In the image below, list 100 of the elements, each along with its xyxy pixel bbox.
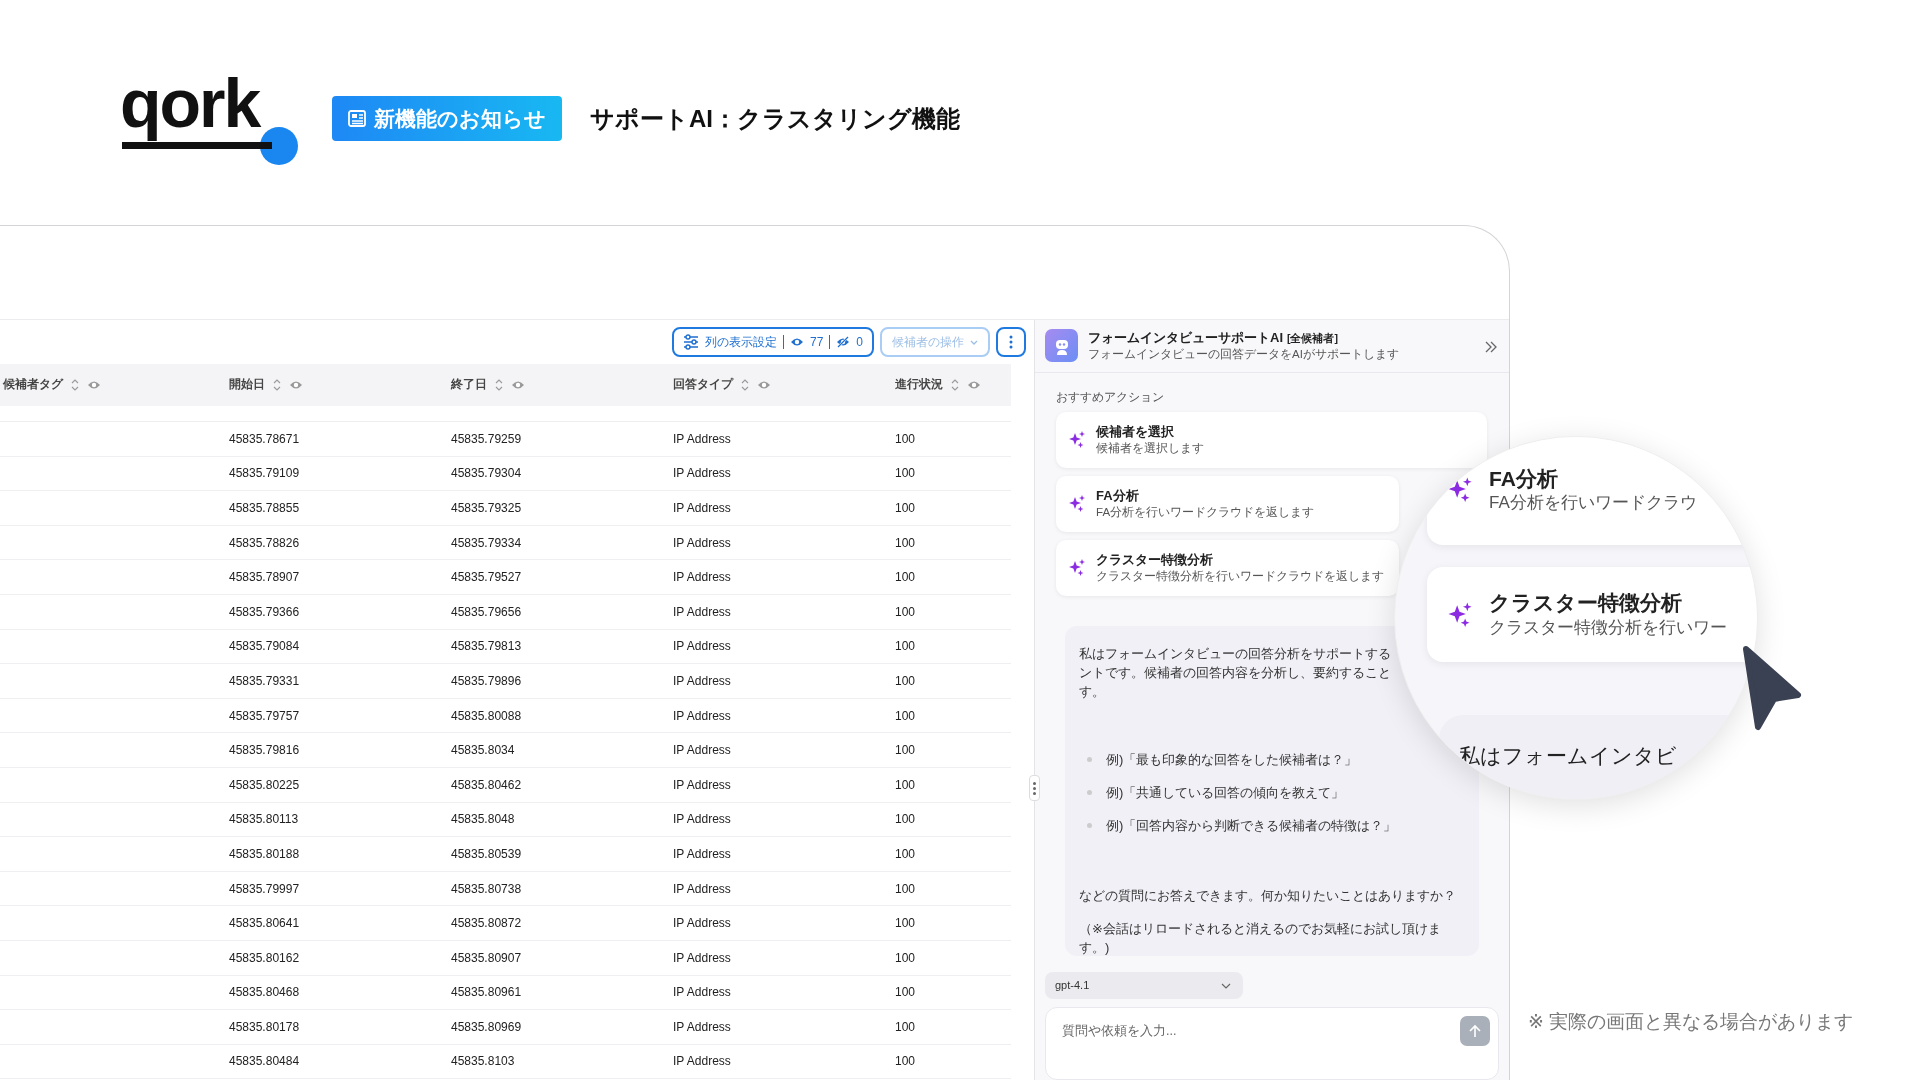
table-cell: 45835.78855 bbox=[229, 501, 300, 515]
model-select[interactable]: gpt-4.1 bbox=[1045, 972, 1243, 1000]
sliders-icon bbox=[682, 334, 699, 350]
table-cell: 45835.80462 bbox=[451, 777, 522, 792]
sparkle-icon bbox=[1068, 430, 1086, 450]
action-description: クラスター特徴分析を行いワードクラウドを返します bbox=[1096, 568, 1384, 584]
table-cell: 45835.79331 bbox=[229, 673, 300, 688]
eye-icon bbox=[511, 379, 525, 391]
sparkle-icon bbox=[1447, 600, 1473, 629]
column-header[interactable]: 開始日 bbox=[229, 376, 265, 394]
table-cell: 45835.80225 bbox=[229, 777, 300, 792]
table-cell: IP Address bbox=[673, 673, 731, 688]
table-cell: IP Address bbox=[673, 812, 731, 827]
table-cell: IP Address bbox=[673, 846, 731, 861]
column-header[interactable]: 進行状況 bbox=[895, 376, 943, 394]
table-cell: IP Address bbox=[673, 431, 731, 446]
table-cell: 45835.78671 bbox=[229, 431, 300, 446]
table-cell: 100 bbox=[895, 431, 916, 446]
column-settings-button[interactable]: 列の表示設定 77 0 bbox=[671, 327, 874, 357]
table-cell: IP Address bbox=[673, 501, 731, 515]
action-card[interactable]: クラスター特徴分析 クラスター特徴分析を行いワードクラウドを返します bbox=[1056, 540, 1399, 596]
table-cell: 100 bbox=[895, 916, 916, 931]
sort-icon bbox=[951, 379, 959, 391]
note-text: す。) bbox=[1079, 939, 1111, 957]
sparkle-icon bbox=[1068, 558, 1086, 578]
table-cell: 100 bbox=[895, 1019, 916, 1034]
action-title: クラスター特徴分析 bbox=[1096, 552, 1214, 569]
action-description: クラスター特徴分析を行いワー bbox=[1489, 616, 1727, 639]
table-cell: IP Address bbox=[673, 570, 731, 585]
action-title: クラスター特徴分析 bbox=[1489, 590, 1683, 617]
table-cell: 45835.80969 bbox=[451, 1019, 522, 1034]
table-cell: 100 bbox=[895, 466, 916, 481]
disclaimer: ※ 実際の画面と異なる場合があります bbox=[1528, 1010, 1854, 1034]
action-title: FA分析 bbox=[1489, 465, 1559, 492]
panel-title: フォームインタビューサポートAI [全候補者] bbox=[1088, 329, 1339, 347]
chevron-down-icon bbox=[1221, 982, 1231, 989]
headline: サポートAI：クラスタリング機能 bbox=[590, 103, 960, 134]
sort-icon bbox=[741, 379, 749, 391]
table-cell: 45835.80113 bbox=[229, 812, 299, 827]
sparkle-icon bbox=[1068, 494, 1086, 514]
table-cell: 45835.79304 bbox=[451, 466, 522, 481]
action-card[interactable]: 候補者を選択 候補者を選択します bbox=[1056, 412, 1487, 468]
table-cell: 45835.79813 bbox=[451, 639, 522, 654]
action-title: 候補者を選択 bbox=[1096, 424, 1175, 441]
table-cell: IP Address bbox=[673, 985, 731, 1000]
sort-icon bbox=[273, 379, 281, 391]
table-cell: 45835.80468 bbox=[229, 985, 300, 1000]
action-description: FA分析を行いワードクラウドを返します bbox=[1096, 504, 1315, 520]
table-cell: 45835.80539 bbox=[451, 846, 522, 861]
example-question: 例)「共通している回答の傾向を教えて」 bbox=[1106, 784, 1345, 802]
table-cell: IP Address bbox=[673, 743, 731, 758]
sparkle-icon bbox=[1447, 476, 1473, 504]
column-header[interactable]: 回答タイプ bbox=[673, 376, 733, 394]
table-cell: 45835.80484 bbox=[229, 1054, 300, 1069]
table-cell: 45835.80907 bbox=[451, 950, 522, 965]
column-header[interactable]: 候補者タグ bbox=[3, 376, 63, 394]
news-badge: 新機能のお知らせ bbox=[332, 95, 562, 142]
table-cell: 45835.79656 bbox=[451, 604, 522, 619]
eye-icon bbox=[87, 379, 101, 391]
table-cell: IP Address bbox=[673, 708, 731, 723]
table-cell: 100 bbox=[895, 708, 916, 723]
table-cell: 45835.8034 bbox=[451, 743, 515, 758]
table-cell: 45835.80738 bbox=[451, 881, 522, 896]
table-cell: 100 bbox=[895, 535, 916, 550]
table-cell: 45835.78907 bbox=[229, 570, 300, 585]
table-cell: 45835.79366 bbox=[229, 604, 300, 619]
table-cell: 45835.80961 bbox=[451, 985, 522, 1000]
chat-input[interactable]: 質問や依頼を入力... bbox=[1046, 1008, 1431, 1055]
eye-icon bbox=[289, 379, 303, 391]
example-question: 例)「最も印象的な回答をした候補者は？」 bbox=[1106, 751, 1358, 769]
table-cell: 100 bbox=[895, 881, 916, 896]
sort-icon bbox=[495, 379, 503, 391]
table-cell: 100 bbox=[895, 846, 916, 861]
more-button[interactable] bbox=[996, 327, 1026, 357]
action-description: FA分析を行いワードクラウ bbox=[1489, 492, 1697, 515]
logo: qork bbox=[120, 68, 304, 169]
table-cell: 45835.79896 bbox=[451, 673, 522, 688]
table-cell: 45835.8048 bbox=[451, 812, 515, 827]
double-chevron-icon bbox=[1485, 340, 1497, 353]
arrow-up-icon bbox=[1468, 1024, 1482, 1039]
eye-icon bbox=[757, 379, 771, 391]
table-cell: 45835.79997 bbox=[229, 881, 300, 896]
message-text: ントです。候補者の回答内容を分析し、要約すること bbox=[1079, 664, 1392, 682]
caret-icon bbox=[970, 339, 978, 345]
table-cell: 100 bbox=[895, 985, 916, 1000]
table-cell: 100 bbox=[895, 639, 916, 654]
note-text: （※会話はリロードされると消えるのでお気軽にお試し頂けま bbox=[1079, 920, 1442, 938]
eye-slash-icon bbox=[836, 336, 851, 348]
example-question: 例)「回答内容から判断できる候補者の特徴は？」 bbox=[1106, 817, 1397, 835]
chat-input-box[interactable]: 質問や依頼を入力... bbox=[1045, 1007, 1499, 1080]
eye-icon bbox=[967, 379, 981, 391]
column-header[interactable]: 終了日 bbox=[451, 376, 487, 394]
kebab-icon bbox=[1009, 335, 1013, 349]
table-cell: 100 bbox=[895, 1054, 916, 1069]
action-card[interactable]: FA分析 FA分析を行いワードクラウドを返します bbox=[1056, 476, 1399, 532]
table-cell: 45835.80872 bbox=[451, 916, 522, 931]
table-cell: 45835.8103 bbox=[451, 1054, 515, 1069]
table-cell: 45835.80188 bbox=[229, 846, 300, 861]
table-cell: 45835.79816 bbox=[229, 743, 300, 758]
table-cell: 100 bbox=[895, 812, 916, 827]
